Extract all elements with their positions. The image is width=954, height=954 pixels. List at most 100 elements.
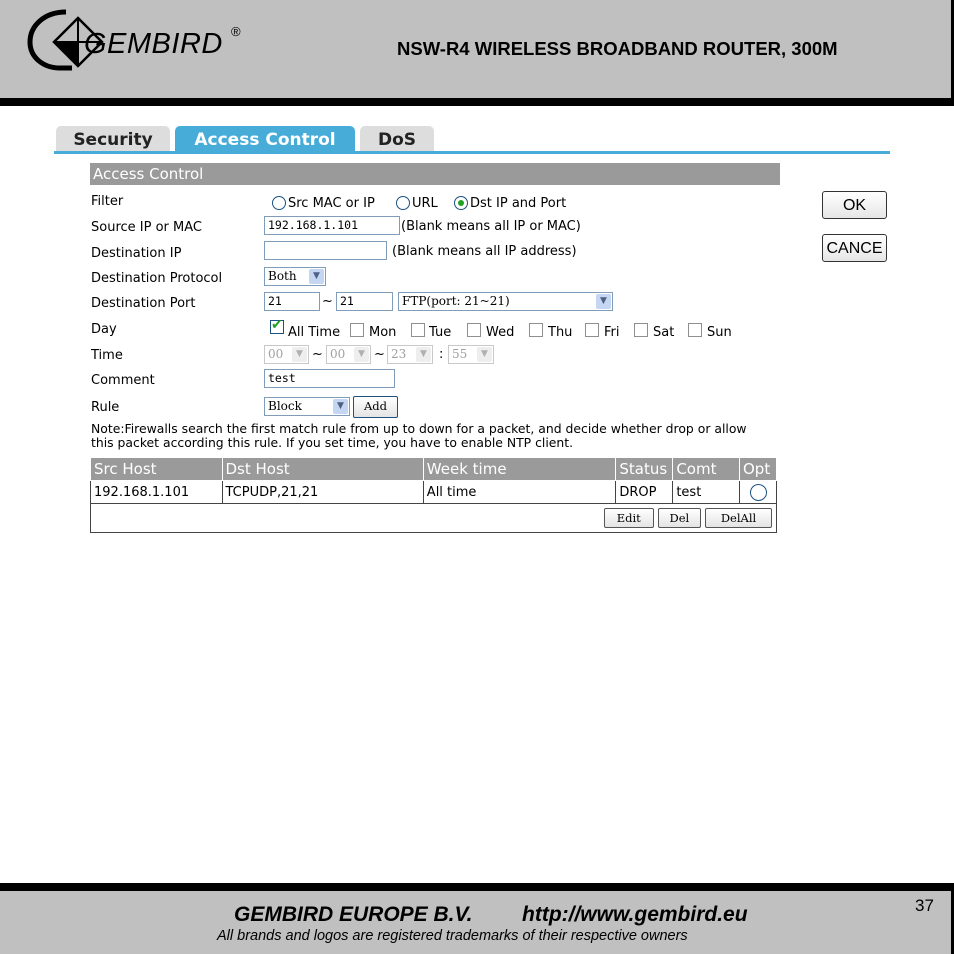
column-header: Comt	[672, 457, 740, 481]
comment-label: Comment	[91, 373, 155, 388]
day-checkbox-sat[interactable]	[634, 323, 648, 337]
day-option-label: Tue	[429, 325, 452, 340]
start-hour-value: 00	[268, 347, 284, 361]
document-footer	[0, 891, 954, 954]
day-option-label: All Time	[288, 325, 341, 340]
protocol-label: Destination Protocol	[91, 271, 223, 286]
destination-ip-hint: (Blank means all IP address)	[392, 244, 577, 259]
tab-underline	[54, 151, 890, 154]
day-checkbox-wed[interactable]	[467, 323, 481, 337]
end-minute-value: 55	[452, 347, 468, 361]
day-checkbox-fri[interactable]	[585, 323, 599, 337]
day-checkbox-thu[interactable]	[529, 323, 543, 337]
ok-button[interactable]: OK	[822, 191, 887, 219]
service-value: FTP(port: 21~21)	[402, 294, 510, 308]
column-header: Src Host	[90, 457, 223, 481]
action-cell: Edit Del DelAll	[90, 503, 777, 533]
chevron-down-icon: ▼	[596, 294, 611, 309]
delete-button[interactable]: Del	[657, 508, 701, 528]
week-time-cell: All time	[422, 480, 617, 504]
section-title: Access Control	[90, 163, 780, 185]
table-row: 192.168.1.101 TCPUDP,21,21 All time DROP…	[90, 480, 777, 504]
column-header: Dst Host	[221, 457, 424, 481]
rule-select[interactable]: Block ▼	[264, 397, 350, 416]
start-minute-select[interactable]: 00 ▼	[326, 345, 371, 364]
filter-label: Filter	[91, 194, 124, 209]
column-header: Opt	[739, 457, 777, 481]
router-screenshot: Security Access Control DoS Access Contr…	[54, 122, 890, 542]
filter-option-label: Src MAC or IP	[288, 196, 375, 211]
comment-input[interactable]: test	[264, 369, 395, 388]
chevron-down-icon: ▼	[333, 399, 348, 414]
source-ip-input[interactable]: 192.168.1.101	[264, 216, 400, 235]
chevron-down-icon: ▼	[477, 347, 492, 362]
filter-option-label: Dst IP and Port	[470, 196, 567, 211]
day-option-label: Fri	[604, 325, 620, 340]
chevron-down-icon: ▼	[354, 347, 369, 362]
time-separator: :	[439, 347, 444, 362]
delete-all-button[interactable]: DelAll	[705, 508, 772, 528]
footer-divider	[0, 883, 954, 891]
day-checkbox-sun[interactable]	[688, 323, 702, 337]
start-hour-select[interactable]: 00 ▼	[264, 345, 309, 364]
time-separator: ~	[374, 347, 385, 362]
port-to-input[interactable]: 21	[336, 292, 393, 311]
time-separator: ~	[312, 347, 323, 362]
chevron-down-icon: ▼	[309, 269, 324, 284]
footer-url[interactable]: http://www.gembird.eu	[522, 903, 748, 927]
cancel-button[interactable]: CANCE	[822, 234, 887, 262]
brand-name: GEMBIRD	[84, 28, 223, 60]
edit-button[interactable]: Edit	[603, 508, 654, 528]
destination-ip-input[interactable]	[264, 241, 387, 260]
service-select[interactable]: FTP(port: 21~21) ▼	[398, 292, 613, 311]
registered-mark: ®	[231, 24, 241, 39]
protocol-value: Both	[268, 269, 297, 283]
port-label: Destination Port	[91, 296, 196, 311]
opt-cell	[739, 480, 777, 504]
day-checkbox-tue[interactable]	[411, 323, 425, 337]
start-minute-value: 00	[330, 347, 346, 361]
column-header: Week time	[422, 457, 617, 481]
src-host-cell: 192.168.1.101	[90, 480, 223, 504]
header-divider	[0, 98, 954, 106]
comment-cell: test	[672, 480, 740, 504]
dst-host-cell: TCPUDP,21,21	[221, 480, 424, 504]
day-checkbox-all-time[interactable]	[270, 317, 284, 334]
port-from-input[interactable]: 21	[264, 292, 320, 311]
end-minute-select[interactable]: 55 ▼	[448, 345, 494, 364]
status-cell: DROP	[615, 480, 674, 504]
tab-dos[interactable]: DoS	[360, 126, 434, 152]
rule-label: Rule	[91, 400, 120, 415]
page-title: NSW-R4 WIRELESS BROADBAND ROUTER, 300M	[397, 38, 838, 59]
column-header: Status	[615, 457, 674, 481]
day-label: Day	[91, 322, 117, 337]
table-header-row: Src Host Dst Host Week time Status Comt …	[90, 457, 777, 481]
filter-option-label: URL	[412, 196, 438, 211]
tab-security[interactable]: Security	[56, 126, 170, 152]
footer-company: GEMBIRD EUROPE B.V.	[234, 903, 473, 926]
filter-radio-dst-ip[interactable]	[454, 196, 468, 210]
footer-trademark-note: All brands and logos are registered trad…	[217, 928, 688, 944]
port-separator: ~	[322, 294, 333, 309]
filter-radio-url[interactable]	[396, 196, 410, 210]
day-option-label: Thu	[548, 325, 573, 340]
source-ip-label: Source IP or MAC	[91, 220, 202, 235]
chevron-down-icon: ▼	[416, 347, 431, 362]
day-option-label: Sat	[653, 325, 675, 340]
day-checkbox-mon[interactable]	[350, 323, 364, 337]
rule-table: Src Host Dst Host Week time Status Comt …	[90, 457, 777, 533]
destination-ip-label: Destination IP	[91, 246, 182, 261]
end-hour-select[interactable]: 23 ▼	[387, 345, 433, 364]
tab-access-control[interactable]: Access Control	[175, 126, 355, 152]
end-hour-value: 23	[391, 347, 407, 361]
row-select-radio[interactable]	[749, 483, 767, 501]
protocol-select[interactable]: Both ▼	[264, 267, 326, 286]
chevron-down-icon: ▼	[292, 347, 307, 362]
filter-radio-src-mac[interactable]	[272, 196, 286, 210]
table-action-row: Edit Del DelAll	[90, 503, 777, 533]
page-number: 37	[915, 896, 934, 915]
add-rule-button[interactable]: Add	[353, 396, 398, 418]
source-ip-hint: (Blank means all IP or MAC)	[401, 219, 581, 234]
day-option-label: Wed	[486, 325, 515, 340]
day-option-label: Sun	[707, 325, 732, 340]
